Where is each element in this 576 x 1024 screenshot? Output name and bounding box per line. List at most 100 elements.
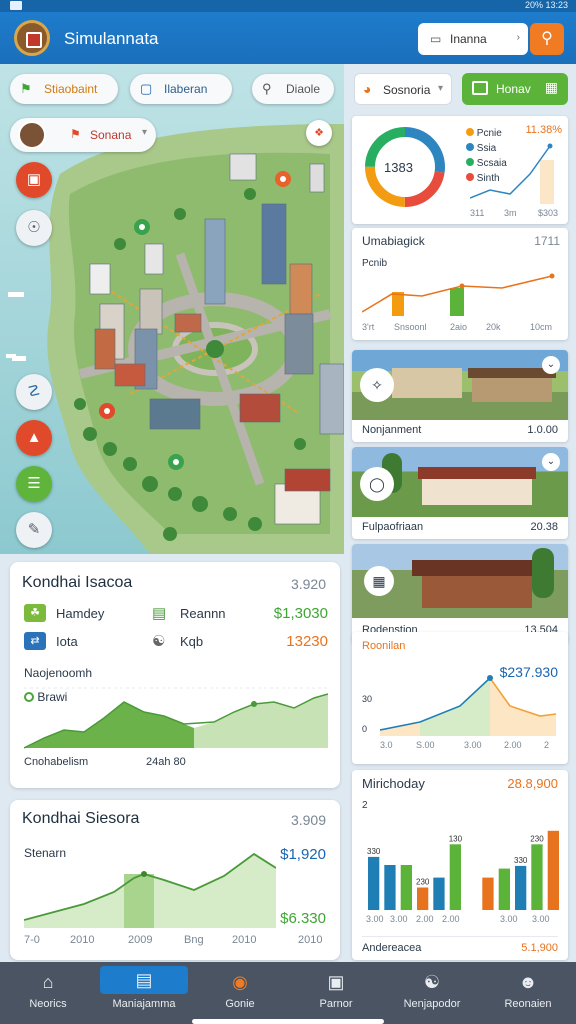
compass-icon: ✧ bbox=[360, 368, 394, 402]
x-tick: 2009 bbox=[128, 934, 153, 946]
bar bbox=[482, 877, 494, 910]
nav-profile[interactable]: ☻ Reonaien bbox=[480, 962, 576, 1024]
bottom-nav: ⌂ Neorics ▤ Maniajamma ◉ Gonie ▣ Parnor … bbox=[0, 962, 576, 1024]
bar bbox=[547, 830, 559, 910]
city-map[interactable]: ⚑ Stiaobaint ▢ Ilaberan ⚲ Diaole ⚑ Sonan… bbox=[0, 64, 344, 554]
card-value: 3.909 bbox=[290, 812, 326, 828]
flag-icon: ⚑ bbox=[20, 81, 32, 96]
chevron-down-icon: ▾ bbox=[437, 83, 443, 94]
place-value: 20.38 bbox=[530, 521, 558, 533]
fab-save[interactable]: ▣ bbox=[16, 162, 52, 198]
x-tick: Bng bbox=[184, 934, 204, 946]
donut-center-value: 1383 bbox=[384, 160, 413, 175]
nav-alert[interactable]: ▣ Parnor bbox=[288, 962, 384, 1024]
filter-icon: ◕ bbox=[363, 81, 372, 97]
mini-trend-chart bbox=[470, 143, 554, 204]
map-pin[interactable] bbox=[99, 403, 115, 419]
fab-globe[interactable]: ☉ bbox=[16, 210, 52, 246]
search-value: Inanna bbox=[450, 32, 487, 46]
chevron-down-icon: ⌄ bbox=[542, 453, 560, 471]
swap-icon: ⇄ bbox=[24, 632, 46, 650]
bar-value-label: 330 bbox=[514, 856, 528, 865]
card-title: Kondhai Siesora bbox=[22, 810, 140, 827]
place-name: Nonjanment bbox=[362, 424, 422, 436]
bar bbox=[368, 856, 380, 910]
square-icon: ▢ bbox=[140, 81, 153, 96]
bar-value-label: 130 bbox=[449, 834, 463, 843]
nav-handshake[interactable]: ☯ Nenjapodor bbox=[384, 962, 480, 1024]
bar bbox=[515, 865, 527, 910]
bar-value-label: 230 bbox=[416, 878, 430, 887]
donut-percent: 11.38% bbox=[525, 124, 563, 136]
place-card[interactable]: ▦ Rodenstion 13.504 bbox=[352, 544, 568, 644]
bar bbox=[433, 877, 445, 910]
list-icon: ☰ bbox=[27, 475, 41, 492]
map-pin[interactable] bbox=[275, 171, 291, 187]
bar bbox=[531, 844, 543, 910]
x-tick: 2010 bbox=[70, 934, 95, 946]
stat-row: ⇄ Iota ☯ Kqb 13230 bbox=[24, 632, 328, 654]
bar bbox=[498, 868, 510, 910]
chart-label: Naojenoomh bbox=[24, 666, 93, 680]
map-pin[interactable] bbox=[134, 219, 150, 235]
fab-map[interactable]: ✎ bbox=[16, 512, 52, 548]
line-chart bbox=[362, 273, 555, 316]
nav-shop[interactable]: ▤ Maniajamma bbox=[96, 962, 192, 1024]
card-title: Mirichoday bbox=[362, 776, 425, 791]
bar-value-label: 230 bbox=[530, 834, 544, 843]
nav-target[interactable]: ◉ Gonie bbox=[192, 962, 288, 1024]
footer-value: 5.1,900 bbox=[521, 942, 558, 954]
filter-dropdown[interactable]: ◕ Sosnoria ▾ bbox=[354, 73, 452, 105]
stat-row: ☘ Hamdey ▤ Reannn $1,3030 bbox=[24, 604, 328, 626]
stats-card-2: Kondhai Siesora 3.909 Stenarn $1,920 $6.… bbox=[10, 800, 340, 960]
chevron-right-icon: › bbox=[516, 32, 520, 43]
search-button[interactable]: ⚲ bbox=[530, 23, 564, 55]
stiaobaint-button[interactable]: ⚑ Stiaobaint bbox=[10, 74, 118, 104]
pin-button[interactable]: ❖ bbox=[306, 120, 332, 146]
fab-chart[interactable]: ▲ bbox=[16, 420, 52, 456]
card-value: 1711 bbox=[534, 234, 560, 248]
value-a: $1,920 bbox=[280, 846, 326, 863]
line-chart bbox=[380, 675, 557, 736]
place-card[interactable]: ◯ ⌄ Fulpaofriaan 20.38 bbox=[352, 447, 568, 539]
nav-home[interactable]: ⌂ Neorics bbox=[0, 962, 96, 1024]
value-b: $6.330 bbox=[280, 910, 326, 927]
honav-button[interactable]: Honav ▦ bbox=[462, 73, 568, 105]
flag-icon: ⚑ bbox=[70, 127, 81, 141]
user-icon: ☻ bbox=[518, 972, 538, 992]
donut-card: 1383 Pcnie Ssia Scsaia Sinth 11.38% 311 … bbox=[352, 116, 568, 224]
notification-icon bbox=[10, 1, 22, 10]
area-chart bbox=[24, 687, 328, 749]
legend-dot-icon bbox=[466, 128, 474, 136]
target-icon: ◉ bbox=[232, 972, 248, 992]
search-input[interactable]: ▭ Inanna › bbox=[418, 23, 528, 55]
map-search-button[interactable]: ⚲ Diaole bbox=[252, 74, 334, 104]
location-selector[interactable]: ⚑ Sonana ▾ bbox=[10, 118, 156, 152]
building-icon: ▦ bbox=[364, 566, 394, 596]
line-card: Umabiagick 1711 Pcnib 3'rt Snsoonl 2aio … bbox=[352, 228, 568, 340]
map-pin[interactable] bbox=[168, 454, 184, 470]
bar bbox=[449, 844, 461, 910]
leaf-icon: ☘ bbox=[24, 604, 46, 622]
small-line-card: Roonilan $237.930 30 0 3.0 S.00 3.00 2.0… bbox=[352, 632, 568, 764]
x-tick: 2010 bbox=[298, 934, 323, 946]
y-tick: 0 bbox=[362, 724, 368, 734]
fab-shield[interactable]: ☡ bbox=[16, 374, 52, 410]
place-card[interactable]: ✧ ⌄ Nonjanment 1.0.00 bbox=[352, 350, 568, 442]
bar-chart: 330 230 130 330 230 bbox=[367, 830, 559, 910]
pin-icon: ❖ bbox=[314, 127, 324, 139]
fab-list[interactable]: ☰ bbox=[16, 466, 52, 502]
app-bar: Simulannata ▭ Inanna › ⚲ bbox=[0, 12, 576, 64]
card-title: Kondhai Isacoa bbox=[22, 574, 133, 591]
sub-label: Pcnib bbox=[362, 258, 388, 269]
rect-icon bbox=[472, 81, 488, 95]
ilaberan-button[interactable]: ▢ Ilaberan bbox=[130, 74, 232, 104]
app-logo[interactable] bbox=[14, 20, 50, 56]
chart-icon: ▲ bbox=[26, 429, 42, 446]
shop-icon: ▤ bbox=[100, 966, 188, 994]
app-title: Simulannata bbox=[64, 29, 159, 48]
chevron-down-icon: ⌄ bbox=[542, 356, 560, 374]
right-column: ◕ Sosnoria ▾ Honav ▦ 1383 Pcnie Ssia Scs… bbox=[352, 64, 576, 964]
avatar bbox=[18, 121, 46, 149]
x-tick: 2010 bbox=[232, 934, 257, 946]
